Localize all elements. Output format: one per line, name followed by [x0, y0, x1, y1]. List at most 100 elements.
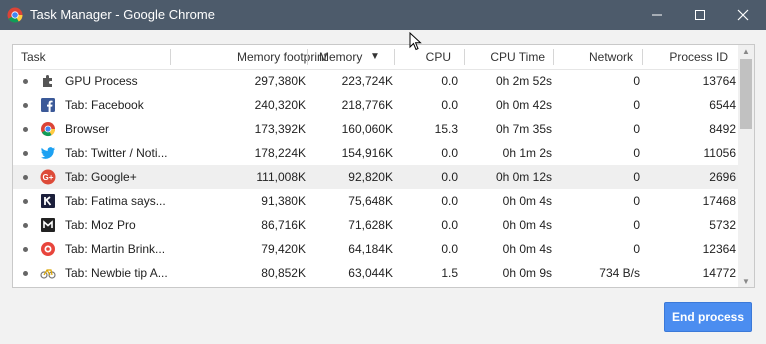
network-cell: 0 [633, 122, 640, 136]
memory-footprint-cell: 178,224K [254, 146, 306, 160]
red-circle-icon [41, 242, 55, 256]
cpu-cell: 0.0 [441, 98, 458, 112]
column-divider[interactable] [553, 49, 554, 65]
sort-descending-icon[interactable]: ▼ [370, 45, 380, 69]
task-name: Tab: Google+ [65, 170, 137, 184]
svg-text:G+: G+ [43, 173, 54, 182]
task-name: Tab: Newbie tip A... [65, 266, 168, 280]
memory-footprint-cell: 111,008K [256, 170, 306, 184]
memory-footprint-cell: 79,420K [261, 242, 306, 256]
bullet-icon [23, 79, 28, 84]
task-name: Tab: Fatima says... [65, 194, 166, 208]
task-table: Task Memory footprint Memory ▼ CPU CPU T… [12, 44, 755, 288]
column-header-memory-footprint[interactable]: Memory footprint [173, 45, 327, 69]
memory-footprint-cell: 173,392K [254, 122, 306, 136]
column-divider[interactable] [464, 49, 465, 65]
column-header-process-id[interactable]: Process ID [646, 45, 728, 69]
process-id-cell: 6544 [709, 98, 736, 112]
scroll-down-icon[interactable]: ▼ [740, 275, 752, 287]
memory-cell: 154,916K [341, 146, 393, 160]
twitter-icon [41, 147, 55, 159]
cpu-time-cell: 0h 0m 9s [502, 266, 552, 280]
end-process-button[interactable]: End process [664, 302, 752, 332]
table-row[interactable]: Browser 173,392K 160,060K 15.3 0h 7m 35s 0 849… [13, 117, 738, 141]
table-row[interactable]: G+ Tab: Google+ 111,008K 92,820K 0.0 0h 0m 12… [13, 165, 738, 189]
task-name: GPU Process [65, 74, 138, 88]
bullet-icon [23, 271, 28, 276]
column-header-cpu-time[interactable]: CPU Time [468, 45, 545, 69]
cpu-time-cell: 0h 0m 42s [495, 98, 552, 112]
network-cell: 0 [633, 194, 640, 208]
table-row[interactable]: Tab: Moz Pro 86,716K 71,628K 0.0 0h 0m 4s 0 57… [13, 213, 738, 237]
network-cell: 734 B/s [599, 266, 640, 280]
scroll-up-icon[interactable]: ▲ [740, 45, 752, 57]
cpu-cell: 0.0 [441, 242, 458, 256]
memory-footprint-cell: 86,716K [261, 218, 306, 232]
cpu-time-cell: 0h 0m 4s [502, 242, 552, 256]
memory-footprint-cell: 297,380K [254, 74, 306, 88]
cpu-time-cell: 0h 2m 52s [495, 74, 552, 88]
column-header-task[interactable]: Task [21, 45, 46, 69]
minimize-button[interactable] [634, 0, 680, 30]
column-divider[interactable] [642, 49, 643, 65]
bullet-icon [23, 199, 28, 204]
bullet-icon [23, 103, 28, 108]
puzzle-icon [43, 75, 52, 87]
table-row[interactable]: Tab: Martin Brink... 79,420K 64,184K 0.0 0h … [13, 237, 738, 261]
title-bar[interactable]: Task Manager - Google Chrome [0, 0, 766, 30]
table-row[interactable]: Tab: Fatima says... 91,380K 75,648K 0.0 0h 0… [13, 189, 738, 213]
network-cell: 0 [633, 146, 640, 160]
table-row[interactable]: Tab: Twitter / Noti... 178,224K 154,916K 0.… [13, 141, 738, 165]
google-plus-icon: G+ [40, 169, 56, 185]
mouse-cursor-icon [409, 32, 422, 51]
cpu-cell: 1.5 [441, 266, 458, 280]
network-cell: 0 [633, 170, 640, 184]
bicycle-icon [40, 269, 56, 279]
memory-cell: 71,628K [348, 218, 393, 232]
task-name: Tab: Martin Brink... [65, 242, 166, 256]
bullet-icon [23, 151, 28, 156]
cpu-time-cell: 0h 0m 4s [502, 194, 552, 208]
process-id-cell: 14772 [702, 266, 736, 280]
task-name: Tab: Moz Pro [65, 218, 136, 232]
column-divider[interactable] [307, 49, 308, 65]
cpu-time-cell: 0h 0m 12s [495, 170, 552, 184]
cpu-cell: 15.3 [434, 122, 458, 136]
cpu-time-cell: 0h 1m 2s [502, 146, 552, 160]
cpu-cell: 0.0 [441, 74, 458, 88]
bullet-icon [23, 247, 28, 252]
column-header-cpu[interactable]: CPU [398, 45, 451, 69]
memory-cell: 75,648K [348, 194, 393, 208]
close-icon [737, 9, 749, 21]
memory-cell: 160,060K [341, 122, 393, 136]
process-id-cell: 8492 [709, 122, 736, 136]
cpu-cell: 0.0 [441, 170, 458, 184]
maximize-button[interactable] [677, 0, 723, 30]
task-name: Tab: Facebook [65, 98, 144, 112]
process-id-cell: 11056 [703, 146, 736, 160]
cpu-time-cell: 0h 0m 4s [502, 218, 552, 232]
process-id-cell: 17468 [702, 194, 736, 208]
maximize-icon [695, 10, 705, 20]
memory-cell: 92,820K [348, 170, 393, 184]
k-logo-icon [41, 194, 55, 208]
network-cell: 0 [633, 74, 640, 88]
column-divider[interactable] [394, 49, 395, 65]
table-header: Task Memory footprint Memory ▼ CPU CPU T… [13, 45, 754, 70]
column-header-network[interactable]: Network [558, 45, 633, 69]
column-divider[interactable] [170, 49, 171, 65]
column-header-memory[interactable]: Memory [319, 45, 362, 69]
memory-footprint-cell: 80,852K [261, 266, 306, 280]
table-row[interactable]: Tab: Facebook 240,320K 218,776K 0.0 0h 0m 42… [13, 93, 738, 117]
memory-cell: 64,184K [348, 242, 393, 256]
process-id-cell: 12364 [702, 242, 736, 256]
close-button[interactable] [720, 0, 766, 30]
memory-cell: 63,044K [348, 266, 393, 280]
bullet-icon [23, 223, 28, 228]
table-row[interactable]: Tab: Newbie tip A... 80,852K 63,044K 1.5 0h … [13, 261, 738, 285]
cpu-cell: 0.0 [441, 218, 458, 232]
network-cell: 0 [633, 218, 640, 232]
scrollbar-thumb[interactable] [740, 59, 752, 129]
table-row[interactable]: GPU Process 297,380K 223,724K 0.0 0h 2m 52s 0… [13, 69, 738, 93]
task-name: Browser [65, 122, 110, 136]
